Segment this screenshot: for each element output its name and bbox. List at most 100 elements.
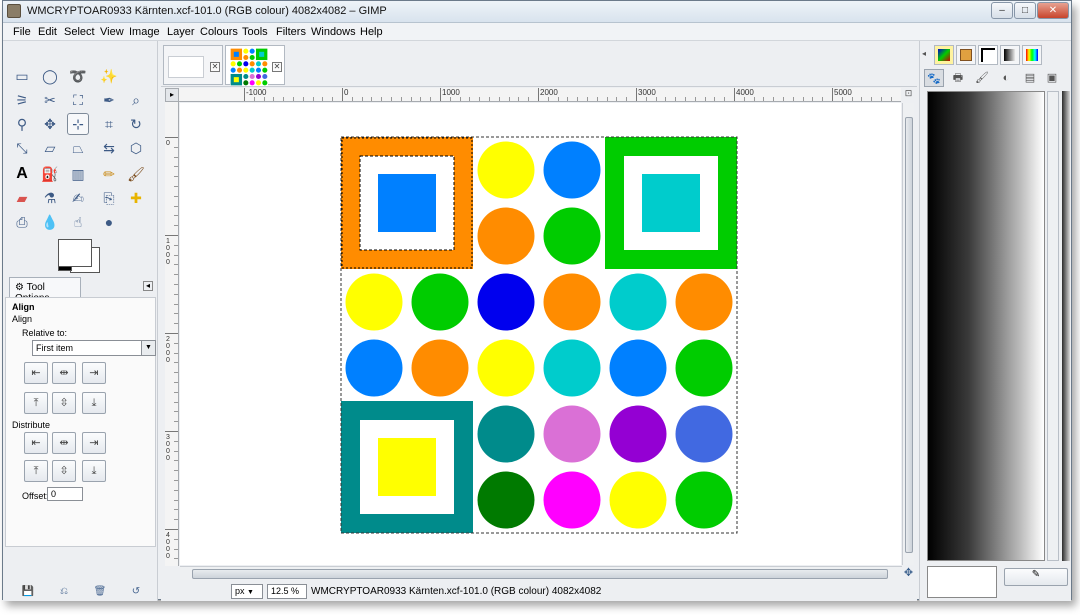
menu-filters[interactable]: Filters: [276, 26, 306, 38]
perspective-clone-icon[interactable]: ⎙: [11, 211, 33, 233]
image-tab-1[interactable]: ✕: [163, 45, 223, 85]
maximize-button[interactable]: □: [1014, 2, 1036, 19]
gradient-preview[interactable]: [927, 91, 1045, 561]
align-bottom-button[interactable]: ⤓: [82, 392, 106, 414]
image-canvas[interactable]: [180, 103, 901, 565]
text-tool-icon[interactable]: A: [11, 163, 33, 185]
distribute-bottom-button[interactable]: ⤓: [82, 460, 106, 482]
navigate-icon[interactable]: ✥: [902, 566, 915, 580]
tool-options-panel: Align Align Relative to: First item ▼ ⇤ …: [5, 297, 156, 547]
tab-device-status[interactable]: 🖶: [948, 69, 968, 87]
zoom-toggle-icon[interactable]: ⊡: [902, 88, 915, 102]
menu-file[interactable]: File: [13, 26, 31, 38]
menu-image[interactable]: Image: [129, 26, 160, 38]
close-icon[interactable]: ✕: [210, 62, 220, 72]
horizontal-scrollbar[interactable]: [180, 566, 902, 580]
tab-fonts[interactable]: ▤: [1020, 69, 1040, 87]
ink-icon[interactable]: ✍: [67, 187, 89, 209]
cage-transform-icon[interactable]: ⬡: [125, 137, 147, 159]
offset-input[interactable]: 0: [47, 487, 83, 501]
quick-mask-corner-icon[interactable]: ▸: [165, 88, 179, 102]
foreground-select-icon[interactable]: ⛶: [67, 89, 89, 111]
tab-channels[interactable]: ◐: [996, 69, 1016, 87]
image-tab-2[interactable]: ✕: [225, 45, 285, 86]
dodge-burn-icon[interactable]: ●: [98, 211, 120, 233]
align-middle-button[interactable]: ⇳: [52, 392, 76, 414]
tab-gradients[interactable]: [1000, 45, 1020, 65]
unit-select[interactable]: px ▼: [231, 584, 263, 599]
menu-tools[interactable]: Tools: [242, 26, 268, 38]
clone-icon[interactable]: ⎘: [98, 187, 120, 209]
flip-icon[interactable]: ⇆: [98, 137, 120, 159]
scissors-icon[interactable]: ✂: [39, 89, 61, 111]
measure-icon[interactable]: ⚲: [11, 113, 33, 135]
canvas-area[interactable]: [180, 103, 901, 565]
tab-tool-options[interactable]: ⚙ Tool Options: [9, 277, 81, 304]
panel-menu-icon[interactable]: ◂: [143, 281, 153, 291]
pencil-icon[interactable]: ✏: [98, 163, 120, 185]
zoom-select[interactable]: 12.5 %: [267, 584, 307, 599]
menu-view[interactable]: View: [100, 26, 124, 38]
rect-select-icon[interactable]: ▭: [11, 65, 33, 87]
ellipse-select-icon[interactable]: ◯: [39, 65, 61, 87]
align-center-button[interactable]: ⇹: [52, 362, 76, 384]
horizontal-scroll-thumb[interactable]: [192, 569, 888, 579]
restore-options-icon[interactable]: ⎌: [57, 586, 71, 598]
align-icon[interactable]: ⊹: [67, 113, 89, 135]
move-icon[interactable]: ✥: [39, 113, 61, 135]
airbrush-icon[interactable]: ⚗: [39, 187, 61, 209]
distribute-center-button[interactable]: ⇹: [52, 432, 76, 454]
close-icon[interactable]: ✕: [272, 62, 282, 72]
lasso-icon[interactable]: ➰: [67, 65, 89, 87]
minimize-button[interactable]: –: [991, 2, 1013, 19]
distribute-right-button[interactable]: ⇥: [82, 432, 106, 454]
close-button[interactable]: ✕: [1037, 2, 1069, 19]
rotate-icon[interactable]: ↻: [125, 113, 147, 135]
select-by-color-icon[interactable]: ⚞: [11, 89, 33, 111]
reset-options-icon[interactable]: ↺: [129, 586, 143, 598]
tab-images[interactable]: ▣: [1042, 69, 1062, 87]
tab-colormap[interactable]: [1022, 45, 1042, 65]
bucket-fill-icon[interactable]: ⛽: [39, 163, 61, 185]
delete-options-icon[interactable]: 🗑: [93, 586, 107, 598]
tab-paint-dynamics[interactable]: 🖌: [972, 69, 992, 87]
paintbrush-icon[interactable]: 🖌: [125, 163, 147, 185]
menu-colours[interactable]: Colours: [200, 26, 238, 38]
fuzzy-select-icon[interactable]: ✨: [98, 65, 120, 87]
fg-bg-color-selector[interactable]: [58, 239, 103, 275]
shear-icon[interactable]: ▱: [39, 137, 61, 159]
crop-icon[interactable]: ⌗: [98, 113, 120, 135]
eraser-icon[interactable]: ▰: [11, 187, 33, 209]
blur-icon[interactable]: 💧: [39, 211, 61, 233]
dock-edit-button[interactable]: ✎: [1004, 568, 1068, 586]
tab-tool-presets[interactable]: 🐾: [924, 69, 944, 87]
tab-palettes[interactable]: [934, 45, 954, 65]
dock-scrollbar[interactable]: [1047, 91, 1059, 561]
menu-help[interactable]: Help: [360, 26, 383, 38]
distribute-left-button[interactable]: ⇤: [24, 432, 48, 454]
vertical-scrollbar[interactable]: [902, 103, 914, 565]
vertical-scroll-thumb[interactable]: [905, 117, 913, 553]
perspective-icon[interactable]: ⏢: [67, 137, 89, 159]
paths-icon[interactable]: ✒: [98, 89, 120, 111]
align-left-button[interactable]: ⇤: [24, 362, 48, 384]
main-color-swatch[interactable]: [58, 239, 92, 267]
tab-brushes[interactable]: [978, 45, 998, 65]
scale-icon[interactable]: ⤡: [11, 137, 33, 159]
menu-windows[interactable]: Windows: [311, 26, 356, 38]
distribute-top-button[interactable]: ⤒: [24, 460, 48, 482]
tab-patterns[interactable]: [956, 45, 976, 65]
distribute-middle-button[interactable]: ⇳: [52, 460, 76, 482]
relative-to-select[interactable]: First item ▼: [32, 340, 156, 356]
color-picker-icon[interactable]: ⌕: [125, 89, 147, 111]
save-options-icon[interactable]: 💾: [21, 586, 35, 598]
menu-layer[interactable]: Layer: [167, 26, 195, 38]
smudge-icon[interactable]: ☝: [67, 211, 89, 233]
align-right-button[interactable]: ⇥: [82, 362, 106, 384]
heal-icon[interactable]: ✚: [125, 187, 147, 209]
menu-edit[interactable]: Edit: [38, 26, 57, 38]
dock-arrow-icon[interactable]: ◂: [922, 49, 926, 58]
blend-icon[interactable]: ▥: [67, 163, 89, 185]
align-top-button[interactable]: ⤒: [24, 392, 48, 414]
menu-select[interactable]: Select: [64, 26, 95, 38]
